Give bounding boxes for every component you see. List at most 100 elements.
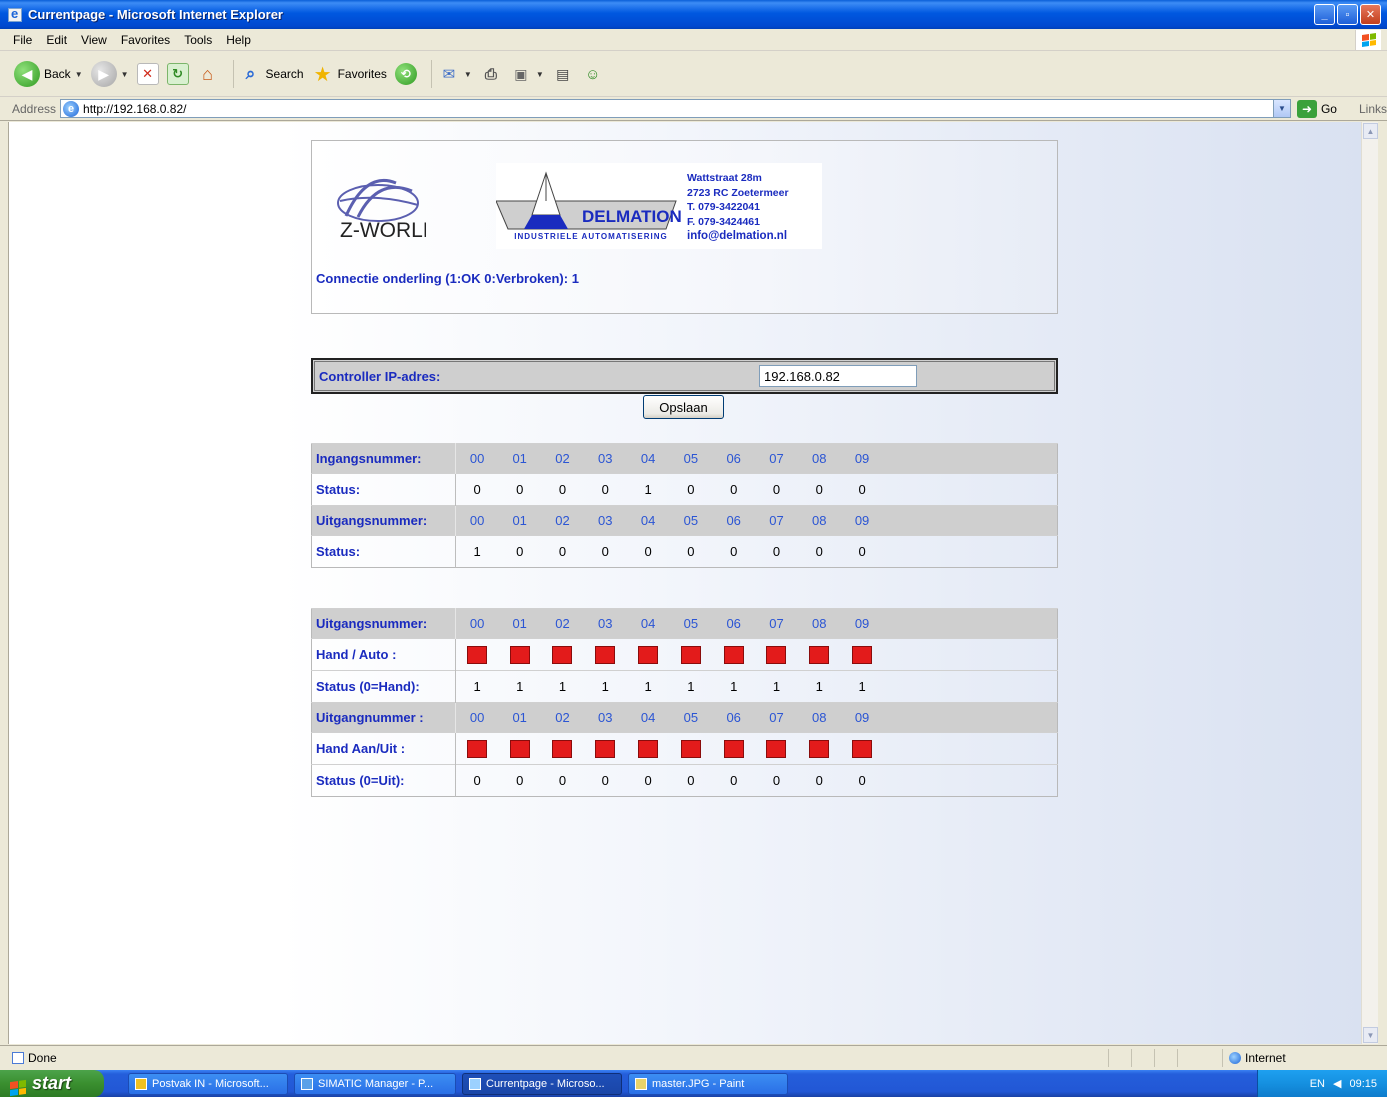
language-indicator[interactable]: EN bbox=[1310, 1078, 1325, 1090]
toggle-button-09[interactable] bbox=[840, 638, 884, 671]
toggle-square-icon[interactable] bbox=[595, 645, 616, 664]
toggle-square-icon[interactable] bbox=[723, 645, 744, 664]
address-input[interactable]: e http://192.168.0.82/ ▼ bbox=[60, 99, 1291, 118]
toggle-square-icon[interactable] bbox=[852, 645, 873, 664]
row-filler bbox=[883, 535, 1058, 568]
address-bar: Address e http://192.168.0.82/ ▼ ➜ Go Li… bbox=[0, 97, 1387, 121]
links-button[interactable]: Links bbox=[1359, 102, 1387, 116]
ip-input[interactable]: 192.168.0.82 bbox=[759, 365, 917, 387]
channel-number: 09 bbox=[840, 443, 884, 474]
maximize-button[interactable]: ▫ bbox=[1337, 4, 1358, 25]
status-value: 0 bbox=[541, 473, 584, 506]
address-line: F. 079-3424461 bbox=[687, 215, 760, 228]
toggle-square-icon[interactable] bbox=[766, 645, 787, 664]
toggle-button-01[interactable] bbox=[498, 638, 542, 671]
history-button[interactable]: ⟲ bbox=[394, 63, 417, 85]
toggle-square-icon[interactable] bbox=[552, 739, 573, 758]
back-button[interactable]: ◀ Back ▼ bbox=[14, 61, 83, 87]
toggle-button-02[interactable] bbox=[541, 732, 584, 765]
toggle-button-03[interactable] bbox=[583, 732, 627, 765]
channel-number: 03 bbox=[583, 505, 627, 536]
menu-file[interactable]: File bbox=[6, 33, 39, 47]
toggle-button-08[interactable] bbox=[797, 732, 841, 765]
hand-control-table: Uitgangsnummer: 00 01 02 03 04 05 06 07 08 09 Hand … bbox=[311, 608, 1058, 797]
channel-number: 05 bbox=[669, 608, 713, 639]
messenger-button[interactable]: ☺ bbox=[582, 63, 604, 85]
menu-edit[interactable]: Edit bbox=[39, 33, 74, 47]
go-button[interactable]: ➜ Go bbox=[1296, 99, 1337, 118]
close-button[interactable]: ✕ bbox=[1360, 4, 1381, 25]
toggle-square-icon[interactable] bbox=[638, 645, 659, 664]
toggle-button-07[interactable] bbox=[755, 638, 798, 671]
status-value: 1 bbox=[669, 670, 713, 703]
toggle-square-icon[interactable] bbox=[766, 739, 787, 758]
delmation-wordmark: DELMATION bbox=[582, 207, 682, 226]
taskbar-item-paint[interactable]: master.JPG - Paint bbox=[628, 1072, 788, 1095]
toggle-button-05[interactable] bbox=[669, 732, 713, 765]
toggle-button-06[interactable] bbox=[712, 732, 756, 765]
toggle-button-00[interactable] bbox=[455, 638, 499, 671]
menu-tools[interactable]: Tools bbox=[177, 33, 219, 47]
taskbar-item-outlook[interactable]: Postvak IN - Microsoft... bbox=[128, 1072, 288, 1095]
row-label: Uitgangnummer : bbox=[311, 702, 456, 733]
start-button[interactable]: start bbox=[0, 1070, 104, 1097]
stop-button[interactable]: ✕ bbox=[136, 63, 159, 85]
row-filler bbox=[883, 670, 1058, 703]
history-icon: ⟲ bbox=[394, 63, 417, 85]
menu-help[interactable]: Help bbox=[219, 33, 258, 47]
status-value: 0 bbox=[541, 535, 584, 568]
research-button[interactable]: ▤ bbox=[552, 63, 574, 85]
toggle-square-icon[interactable] bbox=[552, 645, 573, 664]
outlook-icon bbox=[135, 1077, 147, 1090]
tray-arrows-icon[interactable]: ◀ bbox=[1333, 1077, 1341, 1090]
channel-number: 08 bbox=[797, 443, 841, 474]
toggle-square-icon[interactable] bbox=[723, 739, 744, 758]
mail-button[interactable]: ✉ ▼ bbox=[438, 63, 472, 85]
toggle-button-03[interactable] bbox=[583, 638, 627, 671]
toggle-button-00[interactable] bbox=[455, 732, 499, 765]
menu-view[interactable]: View bbox=[74, 33, 114, 47]
minimize-button[interactable]: _ bbox=[1314, 4, 1335, 25]
toggle-square-icon[interactable] bbox=[852, 739, 873, 758]
toggle-button-04[interactable] bbox=[626, 638, 670, 671]
menu-favorites[interactable]: Favorites bbox=[114, 33, 177, 47]
taskbar-item-currentpage[interactable]: Currentpage - Microso... bbox=[462, 1072, 622, 1095]
toggle-square-icon[interactable] bbox=[467, 739, 488, 758]
home-button[interactable]: ⌂ bbox=[197, 63, 219, 85]
toggle-button-07[interactable] bbox=[755, 732, 798, 765]
save-button[interactable]: Opslaan bbox=[643, 395, 724, 419]
toggle-square-icon[interactable] bbox=[680, 739, 701, 758]
channel-number: 02 bbox=[541, 702, 584, 733]
vertical-scrollbar[interactable]: ▲ ▼ bbox=[1361, 122, 1378, 1044]
edit-button[interactable]: ▣ ▼ bbox=[510, 63, 544, 85]
search-button[interactable]: ⌕ Search bbox=[240, 63, 304, 85]
toggle-square-icon[interactable] bbox=[467, 645, 488, 664]
toggle-square-icon[interactable] bbox=[595, 739, 616, 758]
chevron-down-icon[interactable]: ▼ bbox=[1272, 100, 1290, 117]
windows-logo-icon bbox=[1355, 30, 1381, 50]
toggle-square-icon[interactable] bbox=[680, 645, 701, 664]
refresh-button[interactable]: ↻ bbox=[166, 63, 189, 85]
toggle-button-05[interactable] bbox=[669, 638, 713, 671]
toggle-button-04[interactable] bbox=[626, 732, 670, 765]
channel-number: 00 bbox=[455, 443, 499, 474]
toggle-square-icon[interactable] bbox=[809, 645, 830, 664]
row-label: Hand Aan/Uit : bbox=[311, 732, 456, 765]
toggle-button-09[interactable] bbox=[840, 732, 884, 765]
forward-button[interactable]: ▶ ▼ bbox=[90, 61, 129, 87]
toggle-button-06[interactable] bbox=[712, 638, 756, 671]
toggle-square-icon[interactable] bbox=[509, 739, 530, 758]
toggle-square-icon[interactable] bbox=[509, 645, 530, 664]
print-button[interactable]: ⎙ bbox=[480, 63, 502, 85]
toggle-button-01[interactable] bbox=[498, 732, 542, 765]
scroll-down-icon[interactable]: ▼ bbox=[1363, 1027, 1378, 1043]
table-row: Hand Aan/Uit : bbox=[311, 732, 1058, 765]
scroll-up-icon[interactable]: ▲ bbox=[1363, 123, 1378, 139]
favorites-button[interactable]: ★ Favorites bbox=[312, 63, 387, 86]
delmation-logo: DELMATION INDUSTRIELE AUTOMATISERING Wat… bbox=[496, 163, 822, 249]
toggle-square-icon[interactable] bbox=[809, 739, 830, 758]
toggle-square-icon[interactable] bbox=[638, 739, 659, 758]
toggle-button-08[interactable] bbox=[797, 638, 841, 671]
taskbar-item-simatic[interactable]: SIMATIC Manager - P... bbox=[294, 1072, 456, 1095]
toggle-button-02[interactable] bbox=[541, 638, 584, 671]
